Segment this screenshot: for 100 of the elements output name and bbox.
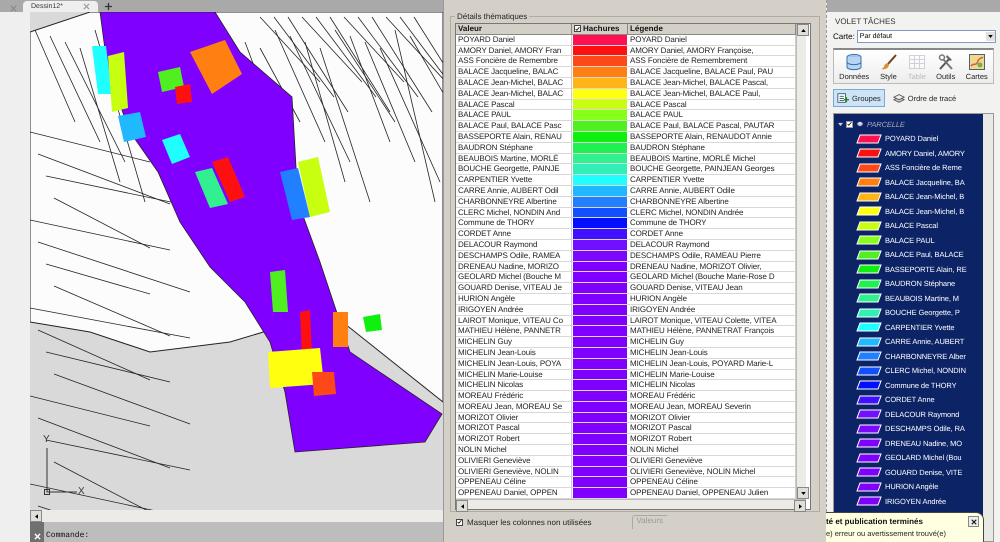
table-cell: ASS Foncière de Remembrement: [628, 56, 796, 68]
scroll-up-button[interactable]: [797, 24, 809, 36]
table-cell: DRENEAU Nadine, MORIZOT Olivier,: [628, 262, 796, 272]
add-tab-icon[interactable]: [104, 2, 113, 11]
scroll-left-button[interactable]: [456, 500, 468, 512]
table-cell: DELACOUR Raymond: [628, 240, 796, 251]
notification-title: té et publication terminés: [826, 517, 923, 526]
table-cell: CLERC Michel, NONDIN And: [456, 208, 572, 218]
table-cell: IRIGOYEN Andrée: [628, 304, 796, 316]
table-cell: BASSEPORTE Alain, RENAU: [456, 132, 572, 143]
scroll-down-button[interactable]: [797, 487, 809, 500]
table-cell: MICHELIN Marie-Louise: [628, 370, 796, 380]
table-cell: CARRE Annie, AUBERT Odile: [628, 186, 796, 197]
layers-icon: [892, 92, 905, 104]
scroll-left-button[interactable]: [30, 510, 42, 522]
caret-icon: [988, 35, 993, 38]
table-cell: GOUARD Denise, VITEAU Je: [456, 283, 572, 294]
right-arrow-icon: [798, 504, 802, 509]
table-cell: OPPENEAU Céline: [628, 477, 796, 488]
table-cell: Commune de THORY: [456, 218, 572, 230]
table-cell: DESCHAMPS Odile, RAMEA: [456, 250, 572, 262]
table-cell: IRIGOYEN Andrée: [456, 304, 572, 316]
close-button[interactable]: [968, 516, 979, 527]
hammer-wrench-icon: [936, 53, 955, 71]
table-cell: BALACE Jean-Michel, BALAC: [456, 78, 572, 89]
table-cell: LAIROT Monique, VITEAU Co: [456, 316, 572, 326]
collapse-icon[interactable]: [838, 122, 843, 127]
up-arrow-icon: [800, 28, 806, 32]
group-title: Valeurs: [632, 515, 668, 529]
table-cell: DESCHAMPS Odile, RAMEAU Pierre: [628, 250, 796, 262]
table-cell: BALACE Paul, BALACE Pascal, PAUTAR: [628, 121, 796, 132]
table-cell: HURION Angèle: [628, 294, 796, 305]
table-cell: OLIVIERI Geneviève, NOLIN Michel: [628, 466, 796, 478]
column-header[interactable]: Hachures: [572, 24, 628, 35]
column-header[interactable]: Valeur: [456, 24, 572, 35]
table-cell: MICHELIN Jean-Louis, POYARD Marie-L: [628, 358, 796, 370]
checkbox[interactable]: [574, 25, 581, 32]
table-cell: BALACE Pascal: [628, 100, 796, 110]
brush-icon: [880, 53, 898, 71]
table-cell: CLERC Michel, NONDIN Andrée: [628, 208, 796, 218]
pane-title: VOLET TÂCHES: [834, 16, 897, 28]
table-cell: CARPENTIER Yvette: [456, 175, 572, 186]
table-cell: CHARBONNEYRE Albertine: [456, 196, 572, 208]
checkbox-label: Masquer les colonnes non utilisées: [467, 518, 592, 526]
table-cell: BALACE PAUL: [628, 110, 796, 122]
groups-icon: [837, 92, 849, 104]
scroll-right-button[interactable]: [794, 500, 806, 512]
down-arrow-icon: [800, 492, 806, 495]
table-cell: MOREAU Frédéric: [456, 391, 572, 402]
table-cell: MOREAU Frédéric: [628, 391, 796, 402]
table-cell: NOLIN Michel: [628, 445, 796, 456]
table-cell: AMORY Daniel, AMORY Fran: [456, 46, 572, 56]
table-cell: OPPENEAU Céline: [456, 477, 572, 488]
table-cell: DRENEAU Nadine, MORIZO: [456, 262, 572, 272]
checkbox[interactable]: [846, 120, 853, 128]
table-cell: BALACE Pascal: [456, 100, 572, 110]
checkbox[interactable]: [456, 518, 463, 526]
table-cell: POYARD Daniel: [456, 34, 572, 46]
table-cell: MATHIEU Hélène, PANNETR: [456, 326, 572, 338]
table-cell: BALACE PAUL: [456, 110, 572, 122]
table-cell: OLIVIERI Geneviève, NOLIN: [456, 466, 572, 478]
table-cell: CARRE Annie, AUBERT Odil: [456, 186, 572, 197]
table-cell: DELACOUR Raymond: [456, 240, 572, 251]
table-cell: GOUARD Denise, VITEAU Jean: [628, 283, 796, 294]
axis-label: Y: [43, 434, 50, 445]
left-arrow-icon: [34, 514, 38, 518]
table-cell: BEAUBOIS Martine, MORLÉ Michel: [628, 154, 796, 164]
table-cell: AMORY Daniel, AMORY Françoise,: [628, 46, 796, 56]
table-cell: BEAUBOIS Martine, MORLÉ: [456, 154, 572, 164]
table-cell: MICHELIN Nicolas: [628, 380, 796, 392]
table-cell: MICHELIN Jean-Louis: [456, 348, 572, 359]
field-label: Carte:: [833, 32, 855, 41]
table-cell: BALACE Jean-Michel, BALACE Pascal,: [628, 78, 796, 89]
left-arrow-icon: [460, 504, 464, 509]
table-cell: MORIZOT Olivier: [628, 412, 796, 424]
column-header[interactable]: Légende: [628, 24, 796, 35]
table-cell: MOREAU Jean, MOREAU Severin: [628, 402, 796, 413]
table-cell: CARPENTIER Yvette: [628, 175, 796, 186]
table-cell: BAUDRON Stéphane: [456, 142, 572, 154]
layers-icon: [856, 120, 864, 128]
command-prompt: Commande:: [45, 531, 90, 542]
table-cell: BALACE Jean-Michel, BALACE Paul,: [628, 88, 796, 100]
table-cell: BASSEPORTE Alain, RENAUDOT Annie: [628, 132, 796, 143]
table-cell: POYARD Daniel: [628, 34, 796, 46]
table-cell: MICHELIN Nicolas: [456, 380, 572, 392]
table-cell: BAUDRON Stéphane: [628, 142, 796, 154]
close-icon: [34, 533, 40, 540]
table-cell: MORIZOT Pascal: [628, 423, 796, 434]
table-cell: MICHELIN Guy: [628, 337, 796, 348]
table-cell: NOLIN Michel: [456, 445, 572, 456]
table-cell: GEOLARD Michel (Bouche Marie-Rose D: [628, 272, 796, 284]
table-cell: GEOLARD Michel (Bouche M: [456, 272, 572, 284]
table-cell: Commune de THORY: [628, 218, 796, 230]
table-cell: CHARBONNEYRE Albertine: [628, 196, 796, 208]
scrollbar[interactable]: [983, 114, 993, 541]
table-cell: CORDET Anne: [456, 229, 572, 240]
axis-label: X: [78, 486, 85, 497]
table-icon: [908, 53, 926, 71]
table-cell: BOUCHE Georgette, PAINJE: [456, 164, 572, 176]
table-cell: BALACE Jean-Michel, BALAC: [456, 88, 572, 100]
